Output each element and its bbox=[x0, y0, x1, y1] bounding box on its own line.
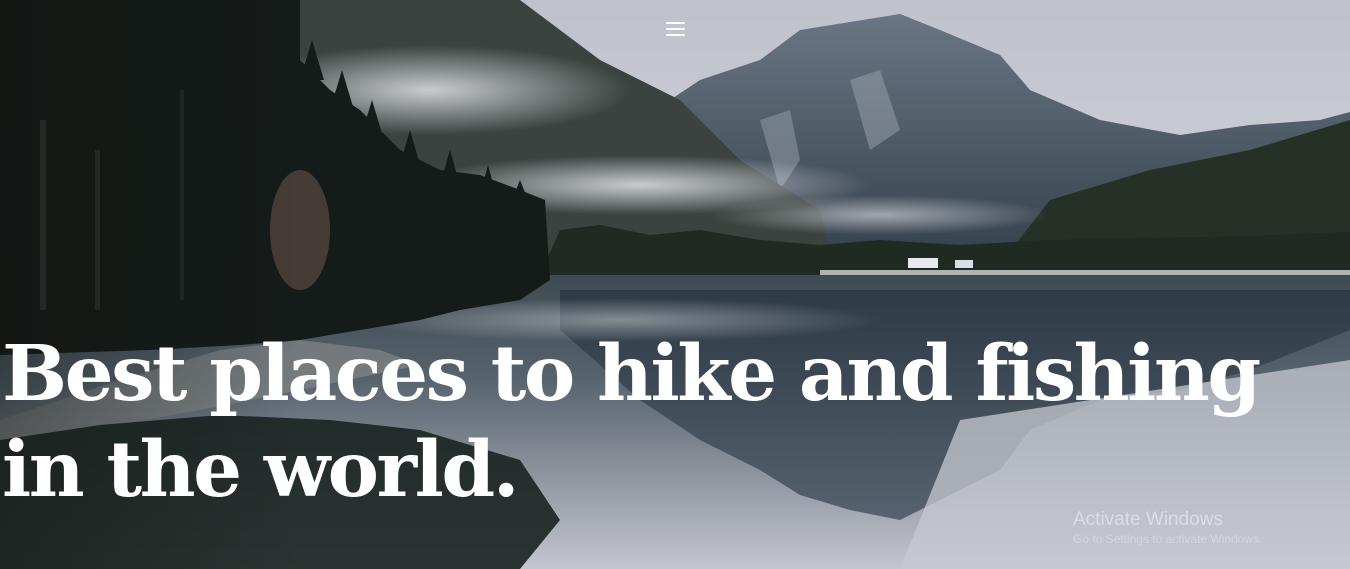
hero-section: Best places to hike and fishing in the w… bbox=[0, 0, 1350, 569]
headline-line-1: Best places to hike and fishing bbox=[2, 329, 1261, 419]
menu-bar bbox=[666, 28, 685, 30]
activate-windows-watermark: Activate Windows Go to Settings to activ… bbox=[1073, 509, 1262, 547]
watermark-title: Activate Windows bbox=[1073, 509, 1223, 530]
menu-bar bbox=[666, 34, 685, 36]
hero-headline: Best places to hike and fishing in the w… bbox=[2, 326, 1348, 518]
hamburger-menu-icon[interactable] bbox=[660, 18, 690, 42]
headline-line-2: in the world. bbox=[2, 425, 520, 515]
menu-bar bbox=[666, 22, 685, 24]
watermark-subtitle: Go to Settings to activate Windows. bbox=[1073, 532, 1263, 546]
